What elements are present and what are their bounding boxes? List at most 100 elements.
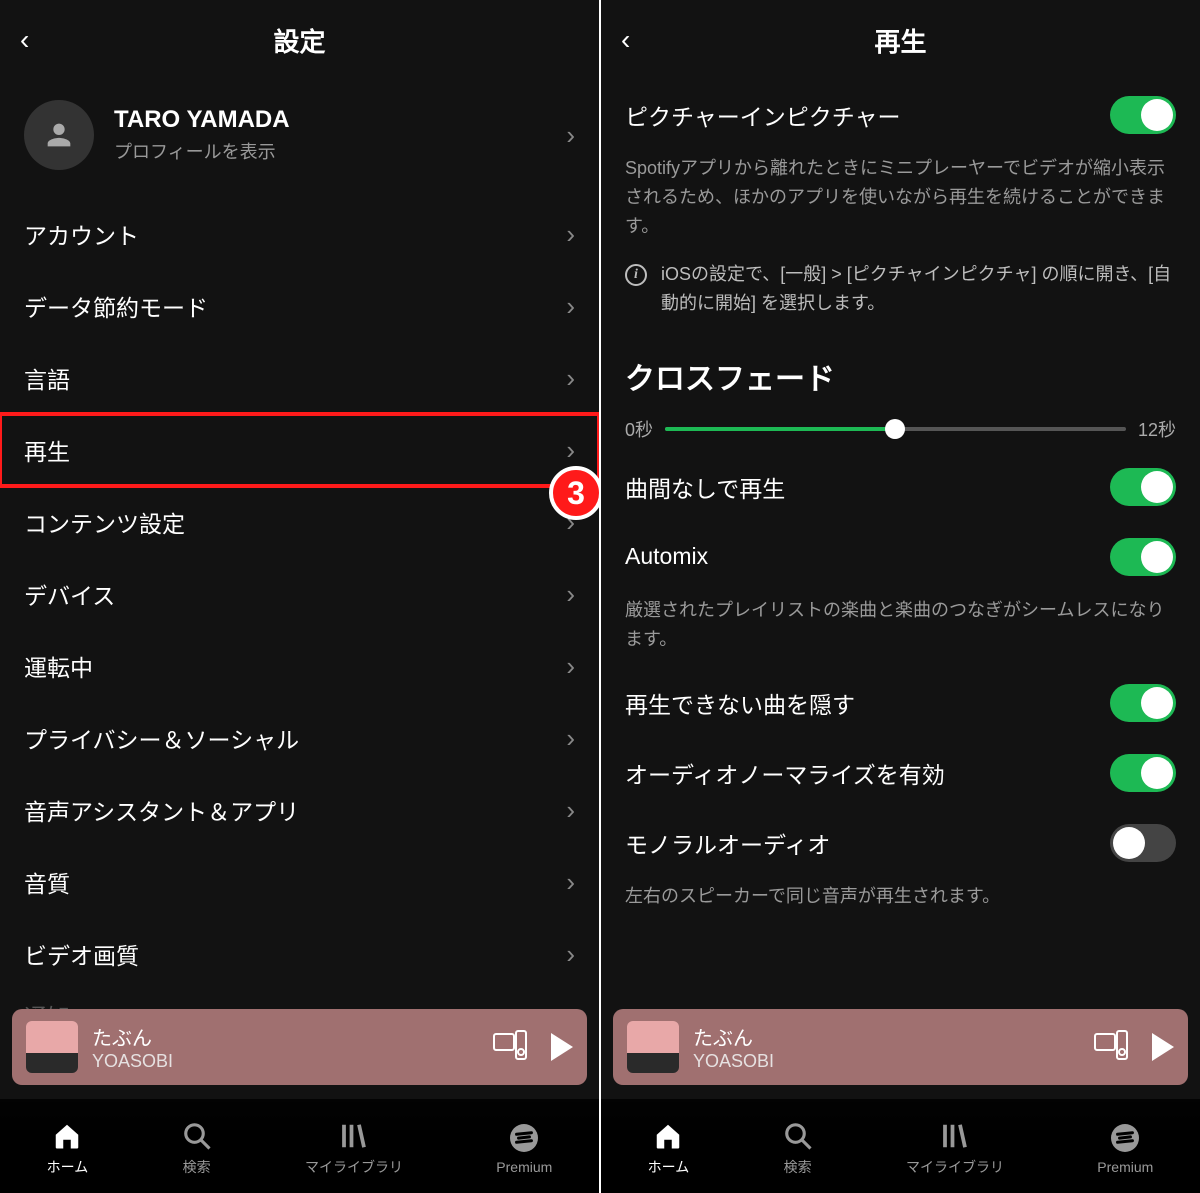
page-title: 再生 (601, 22, 1200, 59)
info-icon: i (625, 264, 647, 286)
tab-label: Premium (496, 1159, 552, 1175)
toggle-row[interactable]: 再生できない曲を隠す (625, 668, 1176, 738)
toggle-label: Automix (625, 543, 1110, 570)
menu-label: アカウント (24, 217, 566, 251)
toggle-switch[interactable] (1110, 468, 1176, 506)
crossfade-slider[interactable] (665, 427, 1126, 431)
step-badge: 3 (549, 466, 599, 520)
library-icon (339, 1121, 369, 1151)
artist-name: YOASOBI (92, 1051, 173, 1072)
menu-item[interactable]: コンテンツ設定› (24, 486, 575, 558)
home-icon (653, 1121, 683, 1151)
tab-search[interactable]: 検索 (182, 1121, 212, 1177)
profile-sub: プロフィールを表示 (114, 138, 290, 164)
crossfade-min: 0秒 (625, 416, 653, 442)
menu-item[interactable]: プライバシー＆ソーシャル› (24, 702, 575, 774)
search-icon (182, 1121, 212, 1151)
tab-bar: ホーム 検索 マイライブラリ Premium (0, 1099, 599, 1193)
menu-item[interactable]: 音質› (24, 846, 575, 918)
pip-toggle-row[interactable]: ピクチャーインピクチャー (625, 80, 1176, 150)
menu-label: デバイス (24, 577, 566, 611)
toggle-description: 厳選されたプレイリストの楽曲と楽曲のつなぎがシームレスになります。 (625, 592, 1176, 668)
tab-library[interactable]: マイライブラリ (305, 1121, 403, 1177)
profile-row[interactable]: TARO YAMADA プロフィールを表示 › (24, 80, 575, 198)
pip-description: Spotifyアプリから離れたときにミニプレーヤーでビデオが縮小表示されるため、… (625, 150, 1176, 254)
library-icon (940, 1121, 970, 1151)
menu-label: 音声アシスタント＆アプリ (24, 793, 566, 827)
chevron-right-icon: › (566, 651, 575, 682)
menu-item[interactable]: 運転中› (24, 630, 575, 702)
menu-item[interactable]: 音声アシスタント＆アプリ› (24, 774, 575, 846)
profile-name: TARO YAMADA (114, 106, 290, 134)
chevron-right-icon: › (566, 723, 575, 754)
home-icon (52, 1121, 82, 1151)
menu-label: 音質 (24, 865, 566, 899)
toggle-switch[interactable] (1110, 538, 1176, 576)
tab-search[interactable]: 検索 (783, 1121, 813, 1177)
crossfade-heading: クロスフェード (625, 330, 1176, 416)
tab-label: Premium (1097, 1159, 1153, 1175)
settings-screen: ‹ 設定 TARO YAMADA プロフィールを表示 › アカウント›データ節約… (0, 0, 599, 1193)
now-playing-text: たぶん YOASOBI (693, 1022, 774, 1072)
back-button[interactable]: ‹ (621, 24, 651, 56)
now-playing-bar[interactable]: たぶん YOASOBI (12, 1009, 587, 1085)
search-icon (783, 1121, 813, 1151)
toggle-row[interactable]: Automix (625, 522, 1176, 592)
back-button[interactable]: ‹ (20, 24, 50, 56)
play-button[interactable] (1152, 1033, 1174, 1061)
devices-icon[interactable] (1094, 1030, 1128, 1065)
pip-switch[interactable] (1110, 96, 1176, 134)
chevron-right-icon: › (566, 363, 575, 394)
spotify-icon (509, 1123, 539, 1153)
menu-item[interactable]: 再生›3 (0, 414, 599, 486)
chevron-right-icon: › (566, 939, 575, 970)
toggle-row[interactable]: モノラルオーディオ (625, 808, 1176, 878)
crossfade-slider-row: 0秒 12秒 (625, 416, 1176, 452)
tab-spotify[interactable]: Premium (496, 1123, 552, 1175)
menu-item[interactable]: アカウント› (24, 198, 575, 270)
devices-icon[interactable] (493, 1030, 527, 1065)
tab-home[interactable]: ホーム (648, 1121, 690, 1177)
chevron-right-icon: › (566, 579, 575, 610)
play-button[interactable] (551, 1033, 573, 1061)
tab-label: 検索 (183, 1157, 211, 1177)
menu-label: 言語 (24, 361, 566, 395)
chevron-right-icon: › (566, 291, 575, 322)
song-title: たぶん (693, 1022, 774, 1051)
menu-label: 再生 (24, 433, 566, 467)
pip-info: i iOSの設定で、[一般] > [ピクチャインピクチャ] の順に開き、[自動的… (625, 254, 1176, 330)
tab-label: ホーム (47, 1157, 89, 1177)
tab-label: マイライブラリ (305, 1157, 403, 1177)
header: ‹ 設定 (0, 0, 599, 80)
playback-screen: ‹ 再生 ピクチャーインピクチャー Spotifyアプリから離れたときにミニプレ… (601, 0, 1200, 1193)
song-title: たぶん (92, 1022, 173, 1051)
page-title: 設定 (0, 22, 599, 59)
menu-item[interactable]: データ節約モード› (24, 270, 575, 342)
now-playing-text: たぶん YOASOBI (92, 1022, 173, 1072)
chevron-right-icon: › (566, 219, 575, 250)
tab-label: 検索 (784, 1157, 812, 1177)
toggle-row[interactable]: 曲間なしで再生 (625, 452, 1176, 522)
toggle-row[interactable]: オーディオノーマライズを有効 (625, 738, 1176, 808)
tab-label: ホーム (648, 1157, 690, 1177)
pip-info-text: iOSの設定で、[一般] > [ピクチャインピクチャ] の順に開き、[自動的に開… (661, 260, 1176, 318)
menu-item[interactable]: デバイス› (24, 558, 575, 630)
toggle-switch[interactable] (1110, 824, 1176, 862)
toggle-switch[interactable] (1110, 684, 1176, 722)
now-playing-bar[interactable]: たぶん YOASOBI (613, 1009, 1188, 1085)
tab-bar: ホーム 検索 マイライブラリ Premium (601, 1099, 1200, 1193)
menu-label: ビデオ画質 (24, 937, 566, 971)
menu-item[interactable]: 言語› (24, 342, 575, 414)
toggle-label: 再生できない曲を隠す (625, 686, 1110, 720)
pip-label: ピクチャーインピクチャー (625, 98, 1110, 132)
chevron-right-icon: › (566, 120, 575, 151)
tab-label: マイライブラリ (906, 1157, 1004, 1177)
menu-item[interactable]: ビデオ画質› (24, 918, 575, 990)
tab-library[interactable]: マイライブラリ (906, 1121, 1004, 1177)
toggle-switch[interactable] (1110, 754, 1176, 792)
menu-label: プライバシー＆ソーシャル (24, 721, 566, 755)
tab-spotify[interactable]: Premium (1097, 1123, 1153, 1175)
tab-home[interactable]: ホーム (47, 1121, 89, 1177)
album-art (26, 1021, 78, 1073)
toggle-label: 曲間なしで再生 (625, 470, 1110, 504)
